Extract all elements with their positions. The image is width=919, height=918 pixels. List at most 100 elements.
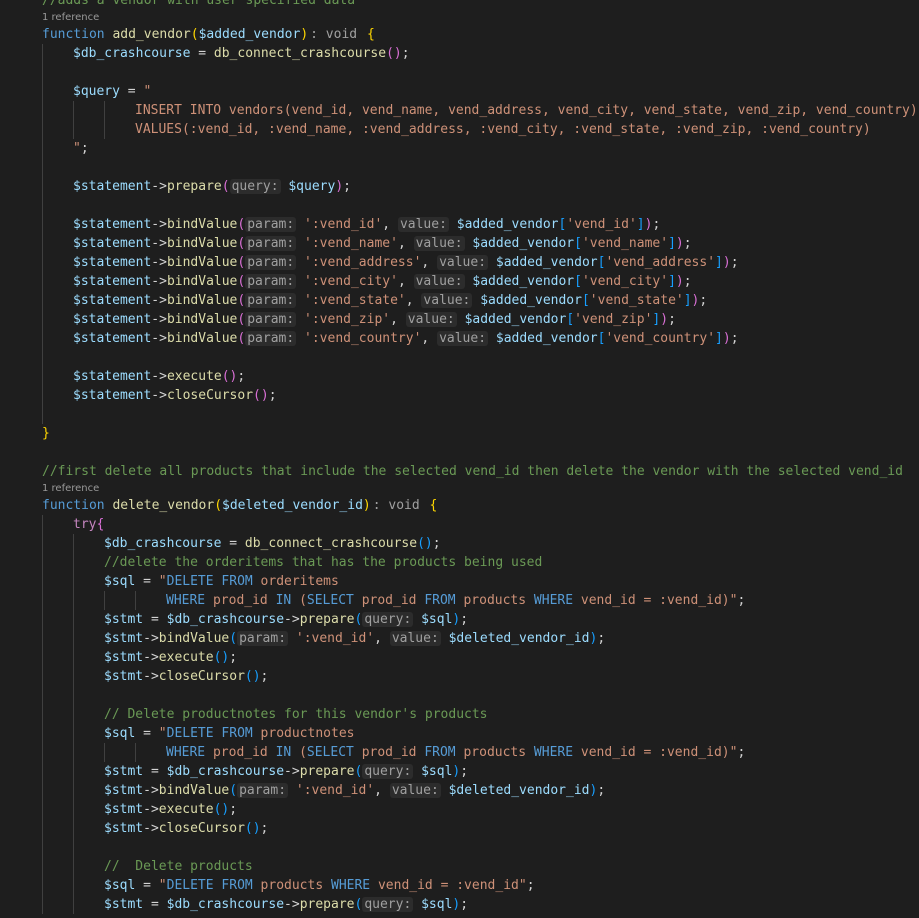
code-line[interactable] [0, 158, 919, 177]
indent-guide [42, 272, 43, 291]
code-line[interactable]: //adds a vendor with user specified data [0, 0, 919, 10]
code-token: prepare [166, 179, 222, 194]
code-line[interactable]: $stmt->closeCursor(); [0, 819, 919, 838]
code-token: ; [683, 274, 692, 289]
code-line[interactable]: $stmt->bindValue(param: ':vend_id', valu… [0, 629, 919, 648]
code-line[interactable]: $sql = "DELETE FROM orderitems [0, 572, 919, 591]
code-line[interactable]: // Delete products [0, 857, 919, 876]
code-line[interactable]: function add_vendor($added_vendor): void… [0, 25, 919, 44]
code-line[interactable]: $statement->bindValue(param: ':vend_name… [0, 234, 919, 253]
code-line[interactable]: $db_crashcourse = db_connect_crashcourse… [0, 44, 919, 63]
code-line[interactable]: WHERE prod_id IN (SELECT prod_id FROM pr… [0, 591, 919, 610]
inlay-hint: param: [245, 236, 297, 251]
code-token: ; [401, 46, 410, 61]
code-line[interactable]: $statement->bindValue(param: ':vend_id',… [0, 215, 919, 234]
code-token: $sql [104, 574, 136, 589]
code-line[interactable] [0, 838, 919, 857]
code-lines: //adds a vendor with user specified data… [0, 0, 919, 914]
code-line[interactable] [0, 686, 919, 705]
code-token: ; [737, 593, 746, 608]
code-line[interactable]: try{ [0, 515, 919, 534]
code-line[interactable]: } [0, 424, 919, 443]
code-token: delete_vendor [112, 498, 215, 513]
code-line[interactable]: $statement->bindValue(param: ':vend_addr… [0, 253, 919, 272]
code-token: -> [151, 331, 167, 346]
code-token: $db_crashcourse [104, 536, 222, 551]
code-line[interactable]: $stmt->closeCursor(); [0, 667, 919, 686]
code-token: } [42, 426, 50, 441]
code-token: WHERE [533, 593, 581, 608]
code-line[interactable]: "; [0, 139, 919, 158]
code-token: ; [229, 650, 238, 665]
inlay-hint: param: [245, 255, 297, 270]
code-line[interactable]: $statement->bindValue(param: ':vend_zip'… [0, 310, 919, 329]
code-token: products [260, 878, 331, 893]
code-token: $stmt [104, 802, 144, 817]
code-token: productnotes [260, 726, 355, 741]
code-token: bindValue [166, 217, 238, 232]
code-line[interactable] [0, 443, 919, 462]
code-token: $db_crashcourse [166, 897, 285, 912]
indent-guide [42, 610, 43, 629]
code-line[interactable]: $stmt = $db_crashcourse->prepare(query: … [0, 610, 919, 629]
code-token: FROM [424, 745, 464, 760]
code-token: products [463, 745, 534, 760]
code-line[interactable]: $statement->bindValue(param: ':vend_stat… [0, 291, 919, 310]
code-line[interactable]: VALUES(:vend_id, :vend_name, :vend_addre… [0, 120, 919, 139]
code-line[interactable]: $db_crashcourse = db_connect_crashcourse… [0, 534, 919, 553]
code-token: ':vend_id' [304, 217, 383, 232]
indent-guide [73, 553, 74, 572]
code-token: ':vend_zip' [304, 312, 391, 327]
code-token: ( [190, 27, 199, 42]
code-line[interactable]: $statement->prepare(query: $query); [0, 177, 919, 196]
code-line[interactable] [0, 348, 919, 367]
code-line[interactable]: INSERT INTO vendors(vend_id, vend_name, … [0, 101, 919, 120]
code-token: $deleted_vendor_id [448, 631, 590, 646]
code-token: execute [166, 369, 222, 384]
code-line[interactable]: $stmt = $db_crashcourse->prepare(query: … [0, 762, 919, 781]
code-token: add_vendor [112, 27, 191, 42]
code-token: = [221, 536, 245, 551]
code-token: 'vend_name' [581, 236, 669, 251]
code-token: ( [229, 783, 238, 798]
code-line[interactable] [0, 63, 919, 82]
code-token: = [143, 897, 167, 912]
code-line[interactable]: // Delete productnotes for this vendor's… [0, 705, 919, 724]
indent-guide [42, 44, 43, 63]
indent-guide [42, 158, 43, 177]
indent-guide [42, 234, 43, 253]
code-line[interactable]: function delete_vendor($deleted_vendor_i… [0, 496, 919, 515]
code-token: { [366, 27, 375, 42]
code-line[interactable] [0, 196, 919, 215]
code-line[interactable]: $statement->bindValue(param: ':vend_coun… [0, 329, 919, 348]
code-editor[interactable]: //adds a vendor with user specified data… [0, 0, 919, 918]
code-token: ] [636, 217, 645, 232]
code-line[interactable]: $stmt->execute(); [0, 800, 919, 819]
code-line[interactable]: $sql = "DELETE FROM productnotes [0, 724, 919, 743]
code-token: $query [73, 84, 120, 99]
codelens-references[interactable]: 1 reference [0, 481, 919, 496]
code-token: ; [460, 612, 469, 627]
code-line[interactable]: $stmt = $db_crashcourse->prepare(query: … [0, 895, 919, 914]
code-line[interactable] [0, 405, 919, 424]
code-token: WHERE [533, 745, 581, 760]
code-token: $sql [421, 612, 453, 627]
code-line[interactable]: $query = " [0, 82, 919, 101]
code-line[interactable]: $stmt->execute(); [0, 648, 919, 667]
code-token: IN [275, 745, 300, 760]
code-line[interactable]: //delete the orderitems that has the pro… [0, 553, 919, 572]
code-line[interactable]: $sql = "DELETE FROM products WHERE vend_… [0, 876, 919, 895]
code-line[interactable]: $stmt->bindValue(param: ':vend_id', valu… [0, 781, 919, 800]
code-line[interactable]: WHERE prod_id IN (SELECT prod_id FROM pr… [0, 743, 919, 762]
code-line[interactable]: $statement->bindValue(param: ':vend_city… [0, 272, 919, 291]
code-line[interactable]: $statement->execute(); [0, 367, 919, 386]
indent-guide [42, 819, 43, 838]
code-token: vend_id = :vend_id)" [580, 593, 738, 608]
code-line[interactable]: //first delete all products that include… [0, 462, 919, 481]
indent-guide [42, 348, 43, 367]
codelens-references[interactable]: 1 reference [0, 10, 919, 25]
code-line[interactable]: $statement->closeCursor(); [0, 386, 919, 405]
code-token: { [429, 498, 438, 513]
